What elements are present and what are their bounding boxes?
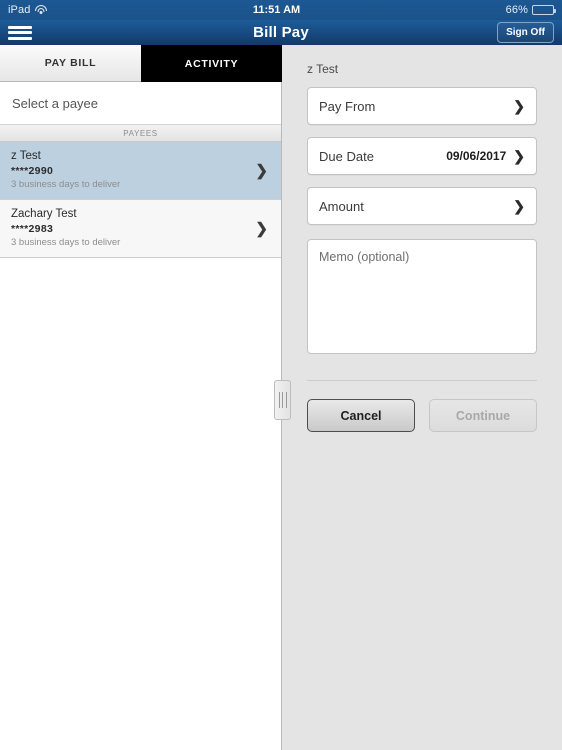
- payee-delivery-note: 3 business days to deliver: [11, 179, 121, 190]
- status-bar-right: 66%: [505, 4, 556, 16]
- payee-account-number: ****2990: [11, 165, 54, 177]
- payee-account-number: ****2983: [11, 223, 54, 235]
- page-title: Bill Pay: [253, 24, 309, 41]
- payee-list-pane: PAY BILL ACTIVITY Select a payee PAYEES …: [0, 45, 282, 750]
- status-bar-clock: 11:51 AM: [252, 4, 301, 16]
- cancel-button[interactable]: Cancel: [307, 399, 415, 432]
- pay-from-field[interactable]: Pay From ❯: [307, 87, 537, 125]
- payee-list-item[interactable]: z Test ****2990 3 business days to deliv…: [0, 142, 281, 200]
- status-bar: iPad 11:51 AM 66%: [0, 0, 562, 20]
- battery-icon: [532, 5, 556, 15]
- form-actions: Cancel Continue: [307, 399, 537, 432]
- navigation-bar: Bill Pay Sign Off: [0, 20, 562, 45]
- payee-list-item[interactable]: Zachary Test ****2983 3 business days to…: [0, 200, 281, 258]
- due-date-label: Due Date: [319, 148, 374, 164]
- content-area: PAY BILL ACTIVITY Select a payee PAYEES …: [0, 45, 562, 750]
- pay-from-label: Pay From: [319, 98, 376, 114]
- select-payee-instruction: Select a payee: [0, 82, 281, 125]
- hamburger-menu-icon[interactable]: [8, 24, 32, 42]
- chevron-right-icon: ❯: [513, 98, 525, 114]
- form-divider: [307, 380, 537, 381]
- due-date-field[interactable]: Due Date 09/06/2017 ❯: [307, 137, 537, 175]
- chevron-right-icon: ❯: [255, 162, 268, 179]
- chevron-right-icon: ❯: [255, 220, 268, 237]
- tab-activity[interactable]: ACTIVITY: [141, 45, 282, 82]
- pane-resize-handle[interactable]: [274, 380, 291, 420]
- payment-form-pane: z Test Pay From ❯ Due Date 09/06/2017 ❯ …: [274, 45, 562, 750]
- payee-name: z Test: [11, 150, 41, 162]
- status-bar-left: iPad: [8, 4, 48, 16]
- tab-bar: PAY BILL ACTIVITY: [0, 45, 282, 82]
- payee-delivery-note: 3 business days to deliver: [11, 237, 121, 248]
- chevron-right-icon: ❯: [513, 198, 525, 214]
- form-payee-title: z Test: [307, 62, 339, 76]
- battery-percent-label: 66%: [505, 4, 528, 16]
- payee-name: Zachary Test: [11, 208, 77, 220]
- carrier-label: iPad: [8, 4, 31, 16]
- payees-section-header: PAYEES: [0, 125, 281, 142]
- tab-pay-bill[interactable]: PAY BILL: [0, 45, 141, 82]
- memo-input[interactable]: Memo (optional): [307, 239, 537, 354]
- continue-button: Continue: [429, 399, 537, 432]
- amount-field[interactable]: Amount ❯: [307, 187, 537, 225]
- chevron-right-icon: ❯: [513, 148, 525, 164]
- sign-off-button[interactable]: Sign Off: [497, 22, 554, 43]
- due-date-value: 09/06/2017: [446, 149, 507, 163]
- wifi-icon: [35, 5, 48, 15]
- app-screen: iPad 11:51 AM 66% Bill Pay Sign Off PAY …: [0, 0, 562, 750]
- amount-label: Amount: [319, 198, 364, 214]
